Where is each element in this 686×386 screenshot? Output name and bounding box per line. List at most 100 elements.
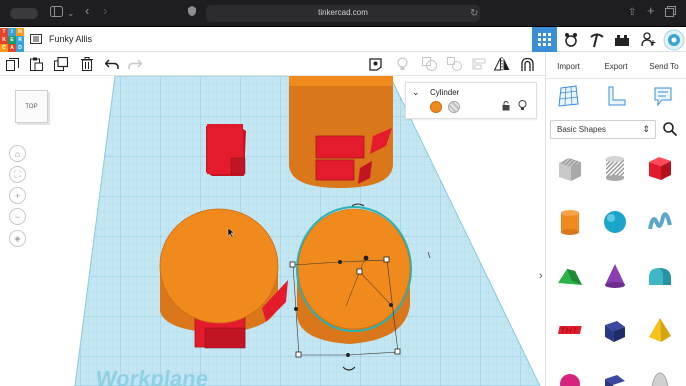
delete-button[interactable] (79, 56, 95, 72)
bricks-button[interactable] (584, 27, 609, 52)
notes-button[interactable] (367, 56, 383, 72)
import-button[interactable]: Import (546, 55, 591, 77)
shape-cone[interactable] (595, 256, 635, 296)
shape-sphere[interactable] (595, 202, 635, 242)
new-tab-icon[interactable]: + (647, 4, 655, 18)
logo-letter: D (16, 44, 24, 52)
roof-green-icon (558, 269, 582, 285)
sidebar-icon[interactable] (50, 6, 63, 20)
panel-collapse-chevron-icon[interactable]: › (539, 270, 543, 282)
ortho-toggle-button[interactable]: ◈ (9, 230, 26, 247)
home-view-button[interactable]: ⌂ (9, 145, 26, 162)
reload-icon[interactable]: ↻ (470, 7, 478, 21)
logo-letter: K (0, 36, 8, 44)
duplicate-button[interactable] (53, 56, 69, 72)
design-menu-icon[interactable] (30, 34, 42, 44)
undo-icon (105, 58, 119, 69)
logo-letter: I (8, 28, 16, 36)
blocks-button[interactable] (558, 27, 583, 52)
solid-color-swatch[interactable] (430, 101, 442, 113)
copy-button[interactable] (4, 56, 20, 72)
minus-icon: − (14, 211, 21, 222)
share-icon[interactable]: ⇧ (628, 6, 636, 20)
address-bar[interactable]: tinkercad.com (206, 5, 480, 22)
light-bulb-button[interactable] (394, 56, 410, 72)
url-text: tinkercad.com (318, 8, 368, 17)
cruise-button[interactable] (519, 56, 535, 72)
ungroup-button[interactable] (446, 56, 462, 72)
paraboloid-gray-icon (651, 372, 669, 386)
shape-round-roof[interactable] (640, 256, 680, 296)
search-icon[interactable] (662, 121, 678, 137)
notes-tool-icon[interactable] (652, 85, 674, 107)
shape-text[interactable] (550, 310, 590, 350)
lock-icon[interactable] (502, 101, 510, 111)
box-striped-icon (559, 158, 581, 181)
shape-box[interactable] (640, 148, 680, 188)
window-controls[interactable] (10, 8, 38, 19)
undo-button[interactable] (104, 56, 120, 72)
chevron-down-icon[interactable]: ⌄ (67, 6, 75, 20)
shape-scribble[interactable] (640, 202, 680, 242)
right-panel: Import Export Send To Basic Shapes ⇕ (545, 52, 686, 386)
3d-view-button[interactable] (532, 27, 557, 52)
fit-view-button[interactable]: ⛶ (9, 166, 26, 183)
lego-button[interactable] (609, 27, 634, 52)
profile-button[interactable] (661, 27, 686, 52)
light-bulb-icon[interactable] (518, 100, 527, 111)
magnet-icon (520, 57, 534, 71)
shape-box-hole[interactable] (550, 148, 590, 188)
shape-navy-box[interactable] (595, 310, 635, 350)
logo-letter: T (0, 28, 8, 36)
send-to-button[interactable]: Send To (641, 55, 686, 77)
redo-button[interactable] (127, 56, 143, 72)
view-cube[interactable]: TOP (15, 90, 48, 123)
app-header: T I N K E R C A D Funky Allis (0, 27, 686, 52)
mirror-button[interactable] (494, 56, 510, 72)
scribble-blue-icon (648, 212, 672, 230)
group-button[interactable] (421, 56, 437, 72)
scene (74, 76, 541, 386)
privacy-shield-icon[interactable] (188, 6, 196, 16)
panel-divider (546, 78, 686, 79)
back-icon[interactable]: ‹ (85, 4, 89, 18)
shape-navy-box-2[interactable] (595, 364, 635, 386)
forward-icon[interactable]: › (103, 4, 107, 18)
shape-pyramid[interactable] (640, 310, 680, 350)
screen: ⌄ ‹ › tinkercad.com ↻ ⇧ + T I N K E R C … (0, 0, 686, 386)
edit-toolbar (0, 52, 545, 76)
design-title[interactable]: Funky Allis (49, 34, 92, 44)
zoom-out-button[interactable]: − (9, 208, 26, 225)
tab-overview-icon[interactable] (665, 6, 676, 20)
brick-icon (614, 34, 629, 46)
shape-paraboloid[interactable] (640, 364, 680, 386)
export-button[interactable]: Export (593, 55, 639, 77)
collapse-chevron-icon[interactable]: ⌄ (412, 87, 420, 98)
red-box-shape[interactable] (206, 124, 246, 176)
tinkercad-logo[interactable]: T I N K E R C A D (0, 28, 24, 52)
logo-letter: E (8, 36, 16, 44)
duplicate-icon (54, 57, 68, 71)
copy-icon (5, 57, 19, 71)
shape-inspector[interactable]: ⌄ Cylinder (405, 82, 537, 119)
workplane-viewport[interactable]: Workplane TOP ⌂ ⛶ + − ◈ (0, 76, 545, 386)
shape-roof[interactable] (550, 256, 590, 296)
top-cylinder-shape[interactable] (289, 76, 393, 188)
pyramid-yellow-icon (649, 318, 671, 342)
ruler-tool-icon[interactable] (605, 85, 627, 107)
shape-category-value: Basic Shapes (557, 125, 606, 134)
shape-category-select[interactable]: Basic Shapes ⇕ (550, 120, 656, 139)
align-button[interactable] (471, 56, 487, 72)
shape-cylinder[interactable] (550, 202, 590, 242)
paste-button[interactable] (28, 56, 44, 72)
shape-sphere-magenta[interactable] (550, 364, 590, 386)
workplane-tool-icon[interactable] (557, 85, 579, 107)
add-user-button[interactable] (636, 27, 661, 52)
shape-cylinder-hole[interactable] (595, 148, 635, 188)
chevron-updown-icon: ⇕ (642, 124, 650, 134)
zoom-in-button[interactable]: + (9, 187, 26, 204)
paste-icon (29, 57, 43, 71)
logo-letter: C (0, 44, 8, 52)
hole-swatch[interactable] (448, 101, 460, 113)
cone-purple-icon (605, 264, 625, 288)
